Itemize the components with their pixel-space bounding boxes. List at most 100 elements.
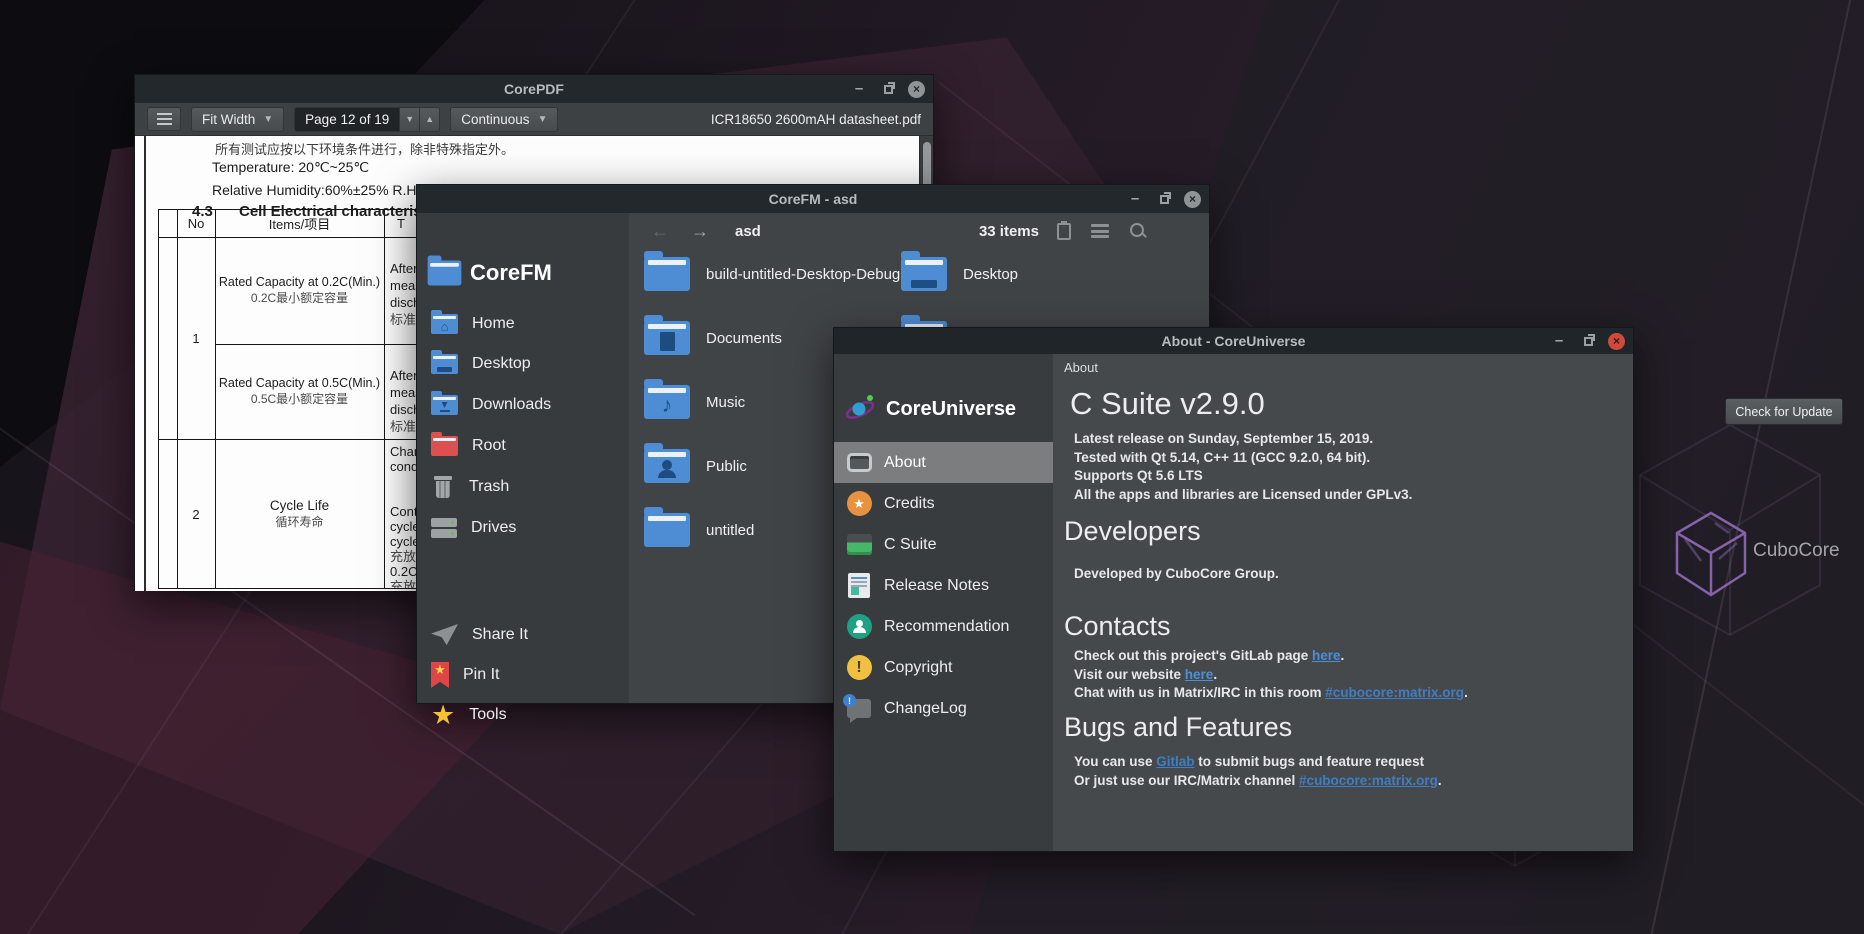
sidebar-item-desktop[interactable]: Desktop	[431, 344, 615, 384]
check-update-button[interactable]: Check for Update	[1725, 398, 1843, 425]
sidebar-item-about[interactable]: About	[834, 442, 1053, 483]
folder-icon	[644, 257, 690, 291]
page-selector: Page 12 of 19 ▼ ▲	[294, 107, 440, 132]
corefm-title: CoreFM - asd	[769, 191, 858, 207]
table-header-items: Items/项目	[215, 210, 384, 237]
coreuniverse-content: About C Suite v2.9.0 Check for Update La…	[1053, 354, 1633, 851]
sidebar-item-csuite[interactable]: C Suite	[834, 524, 1053, 565]
sidebar-item-trash[interactable]: Trash	[431, 467, 615, 507]
search-icon[interactable]	[1129, 222, 1147, 240]
corefm-navbar: ← → asd 33 items	[629, 213, 1209, 249]
root-folder-icon	[431, 436, 458, 456]
zoom-mode-dropdown[interactable]: Fit Width ▼	[191, 107, 284, 132]
forward-icon[interactable]: →	[691, 221, 709, 242]
table-cell-line-cn: 循环寿命	[275, 513, 323, 530]
sidebar-action-tools[interactable]: ★ Tools	[431, 695, 615, 735]
cubocore-logo-text: CuboCore	[1753, 540, 1840, 562]
sidebar-item-downloads[interactable]: Downloads	[431, 385, 615, 425]
folder-icon	[901, 257, 947, 291]
pdf-text-temperature: Temperature: 20℃~25℃	[212, 159, 369, 176]
sidebar-action-share[interactable]: Share It	[431, 615, 615, 655]
coreuniverse-window: About - CoreUniverse – × CoreUniverse Ab…	[833, 327, 1634, 852]
sidebar-item-recommendation[interactable]: Recommendation	[834, 606, 1053, 647]
coreuniverse-logo-text: CoreUniverse	[886, 398, 1016, 421]
maximize-button[interactable]	[1155, 190, 1173, 208]
close-button[interactable]: ×	[1608, 333, 1625, 350]
gitlab-page-link[interactable]: here	[1312, 648, 1341, 663]
sidebar-item-release-notes[interactable]: Release Notes	[834, 565, 1053, 606]
document-icon	[846, 573, 872, 599]
close-button[interactable]: ×	[908, 81, 925, 98]
folder-icon	[644, 513, 690, 547]
drives-icon	[431, 517, 457, 539]
planet-icon	[844, 394, 878, 424]
maximize-button[interactable]	[1579, 332, 1597, 350]
table-cell-line: Rated Capacity at 0.5C(Min.)	[219, 376, 380, 390]
item-count: 33 items	[979, 223, 1039, 240]
sidebar-item-root[interactable]: Root	[431, 426, 615, 466]
file-item[interactable]: Documents	[644, 316, 782, 360]
maximize-button[interactable]	[879, 80, 897, 98]
sidebar-item-copyright[interactable]: ! Copyright	[834, 647, 1053, 688]
table-border	[384, 210, 385, 588]
sidebar-action-pin[interactable]: ★ Pin It	[431, 655, 615, 695]
person-icon	[846, 614, 872, 640]
path-label: asd	[735, 223, 761, 240]
sidebar-item-drives[interactable]: Drives	[431, 508, 615, 548]
developers-heading: Developers	[1064, 516, 1201, 547]
back-icon[interactable]: ←	[651, 221, 669, 242]
folder-icon: ♪	[644, 385, 690, 419]
corefm-titlebar[interactable]: CoreFM - asd – ×	[417, 185, 1209, 213]
folder-icon	[644, 449, 690, 483]
gitlab-link[interactable]: Gitlab	[1156, 754, 1194, 769]
close-button[interactable]: ×	[1184, 191, 1201, 208]
desktop-folder-icon	[431, 354, 458, 374]
table-cell-line: Cycle Life	[270, 498, 329, 513]
pdf-text-cn: 所有测试应按以下环境条件进行，除非特殊指定外。	[215, 139, 514, 158]
chevron-down-icon: ▼	[263, 114, 273, 125]
table-cell-line: Rated Capacity at 0.2C(Min.)	[219, 275, 380, 289]
developers-line: Developed by CuboCore Group.	[1074, 566, 1279, 581]
version-details: Latest release on Sunday, September 15, …	[1074, 430, 1412, 504]
file-item[interactable]: untitled	[644, 508, 754, 552]
minimize-button[interactable]: –	[1126, 190, 1144, 208]
matrix-room-link[interactable]: #cubocore:matrix.org	[1325, 685, 1464, 700]
table-row-no: 1	[177, 237, 215, 439]
sidebar-item-changelog[interactable]: ! ChangeLog	[834, 688, 1053, 729]
minimize-button[interactable]: –	[1550, 332, 1568, 350]
list-view-icon[interactable]	[1091, 224, 1109, 238]
matrix-channel-link[interactable]: #cubocore:matrix.org	[1299, 773, 1438, 788]
share-icon	[431, 624, 458, 646]
corefm-logo-text: CoreFM	[470, 260, 552, 286]
pdf-text-humidity: Relative Humidity:60%±25% R.H.	[212, 182, 420, 198]
trash-icon	[431, 475, 455, 499]
minimize-button[interactable]: –	[850, 80, 868, 98]
folder-icon	[644, 321, 690, 355]
sidebar-item-home[interactable]: ⌂ Home	[431, 304, 615, 344]
tools-star-icon: ★	[431, 702, 455, 728]
coreuniverse-title: About - CoreUniverse	[1162, 333, 1306, 349]
sidebar-item-credits[interactable]: ★ Credits	[834, 483, 1053, 524]
file-item[interactable]: Public	[644, 444, 747, 488]
menu-button[interactable]	[147, 107, 181, 131]
page-down-button[interactable]: ▼	[400, 107, 420, 132]
coreuniverse-logo: CoreUniverse	[844, 394, 1016, 424]
page-indicator: Page 12 of 19	[294, 107, 400, 132]
layout-mode-dropdown[interactable]: Continuous▼	[450, 107, 558, 132]
corepdf-title: CorePDF	[504, 81, 564, 97]
file-item[interactable]: Desktop	[901, 252, 1018, 296]
corepdf-titlebar[interactable]: CorePDF – ×	[135, 75, 933, 103]
file-item[interactable]: ♪ Music	[644, 380, 745, 424]
zoom-mode-value: Fit Width	[202, 112, 255, 127]
file-item[interactable]: build-untitled-Desktop-Debug	[644, 252, 900, 296]
coreuniverse-sidebar: CoreUniverse About ★ Credits C Suite Rel…	[834, 354, 1053, 851]
table-header-test: T	[386, 210, 416, 237]
corefm-logo: CoreFM	[431, 260, 552, 286]
cubocore-cube-logo	[1671, 509, 1751, 601]
clipboard-icon[interactable]	[1057, 223, 1071, 240]
page-up-button[interactable]: ▲	[420, 107, 440, 132]
chevron-down-icon: ▼	[538, 114, 548, 125]
downloads-folder-icon	[431, 395, 458, 415]
website-link[interactable]: here	[1185, 667, 1214, 682]
coreuniverse-titlebar[interactable]: About - CoreUniverse – ×	[834, 328, 1633, 354]
